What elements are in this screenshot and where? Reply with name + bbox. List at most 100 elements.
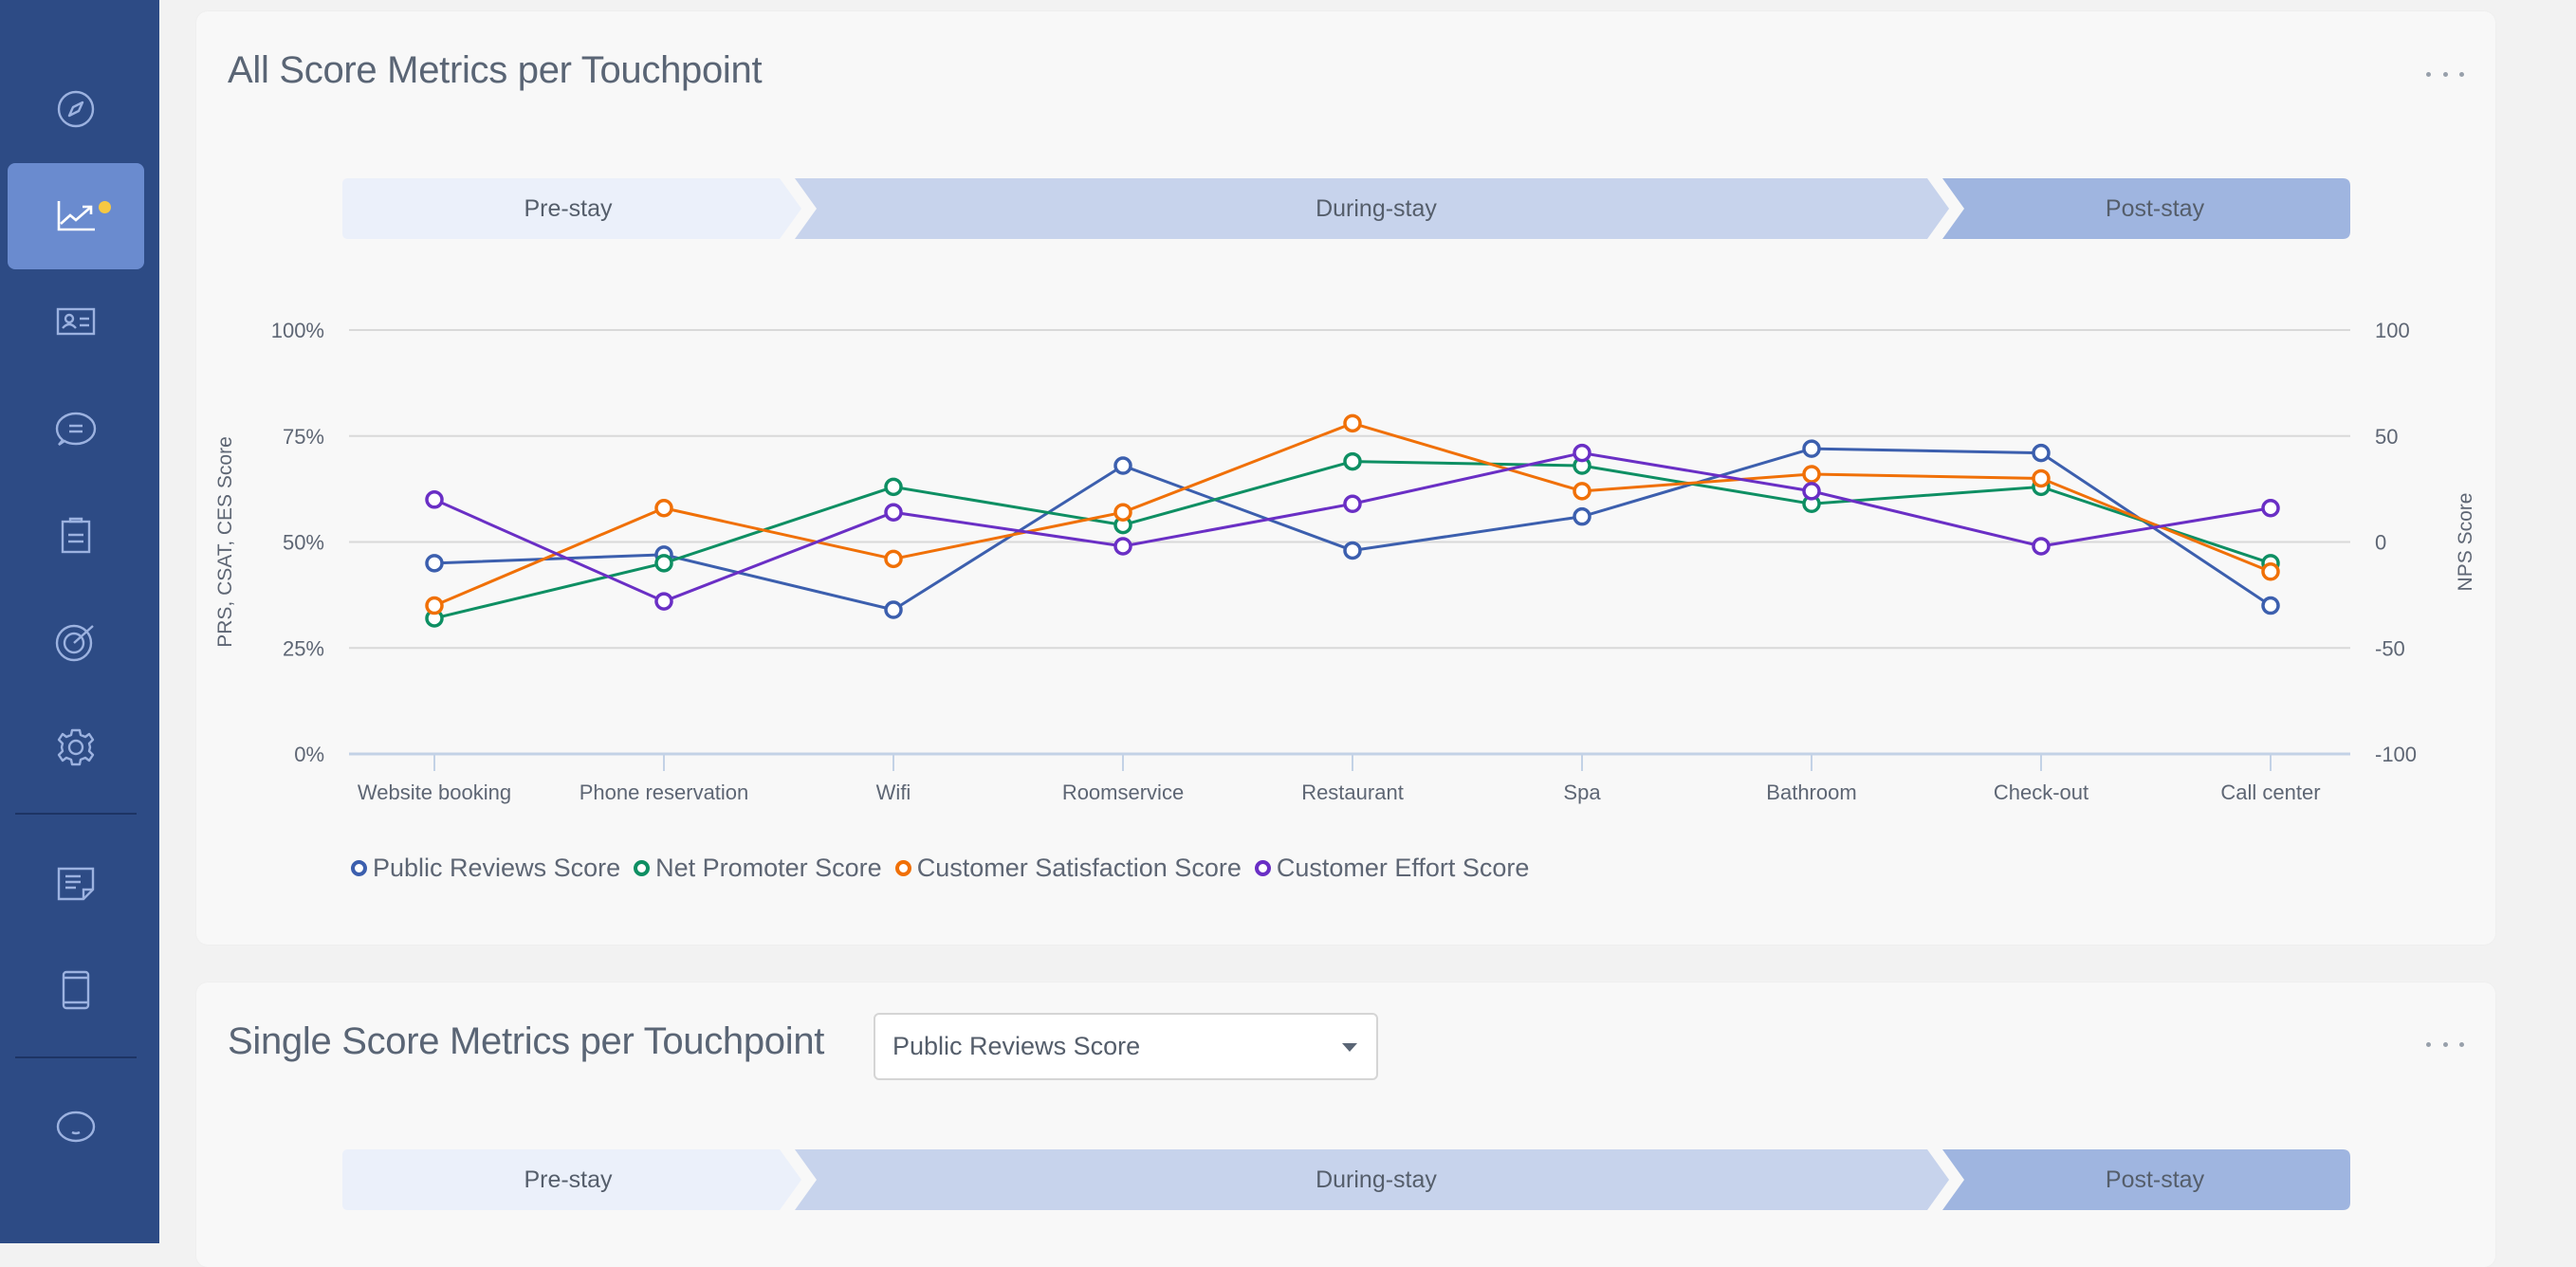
data-point-csat (425, 596, 444, 615)
data-point-nps (1343, 451, 1362, 471)
sidebar (0, 0, 159, 1243)
metric-select[interactable]: Public Reviews Score (874, 1013, 1378, 1080)
smiley-icon (56, 1111, 96, 1143)
data-point-nps (884, 477, 903, 497)
legend-item-csat[interactable]: Customer Satisfaction Score (894, 854, 1242, 883)
legend-marker-prs (351, 860, 367, 876)
nav-explore[interactable] (8, 56, 144, 162)
x-tick-label: Phone reservation (580, 780, 749, 804)
line-chart: 0% -100 25% -50 50% 0 75% 50 100% 100 PRS, CSAT, C… (214, 319, 2476, 804)
legend-label: Public Reviews Score (373, 854, 621, 882)
chart-legend: Public Reviews Score Net Promoter Score … (351, 854, 1529, 883)
y-tick-label: 25% (283, 636, 324, 660)
y-tick-label: 50% (283, 531, 324, 555)
data-point-prs (2261, 596, 2280, 615)
data-point-nps (654, 554, 673, 573)
legend-marker-nps (634, 860, 651, 876)
chat-bubble-icon (55, 412, 97, 446)
x-tick-label: Call center (2220, 780, 2320, 804)
data-point-prs (425, 554, 444, 573)
series-line-nps (433, 460, 2272, 620)
legend-label: Net Promoter Score (655, 854, 882, 882)
data-point-prs (1343, 541, 1362, 560)
compass-icon (57, 90, 95, 128)
y2-tick-label: -100 (2375, 743, 2417, 766)
sidebar-divider (15, 1056, 137, 1058)
journey-bar: Pre-stay During-stay Post-stay (342, 1149, 2350, 1210)
nav-devices[interactable] (8, 937, 144, 1043)
sidebar-divider (15, 813, 137, 815)
x-tick-label: Bathroom (1766, 780, 1856, 804)
data-point-prs (1573, 506, 1592, 526)
data-point-csat (1113, 503, 1132, 522)
all-metrics-card: All Score Metrics per Touchpoint Pre-sta… (196, 11, 2495, 945)
journey-label-pre-stay: Pre-stay (524, 1166, 613, 1193)
x-tick-label: Check-out (1994, 780, 2088, 804)
x-tick-label: Website booking (358, 780, 511, 804)
x-tick-label: Roomservice (1062, 780, 1184, 804)
y2-tick-label: 0 (2375, 531, 2386, 555)
data-point-csat (2261, 562, 2280, 581)
data-point-csat (1573, 482, 1592, 501)
nav-messages[interactable] (8, 376, 144, 482)
metric-select-value: Public Reviews Score (892, 1032, 1141, 1060)
data-point-csat (1802, 465, 1821, 484)
nav-surveys[interactable] (8, 482, 144, 588)
nav-notes[interactable] (8, 831, 144, 937)
y2-tick-label: 50 (2375, 425, 2398, 449)
gear-icon (57, 728, 95, 766)
series-line-csat (433, 421, 2272, 607)
data-point-csat (2032, 468, 2051, 488)
single-metric-card: Single Score Metrics per Touchpoint Publ… (196, 982, 2495, 1267)
data-point-ces (2261, 498, 2280, 518)
legend-marker-ces (1254, 860, 1271, 876)
journey-label-during-stay: During-stay (1316, 1166, 1437, 1193)
nav-contacts[interactable] (8, 269, 144, 376)
x-tick-label: Spa (1563, 780, 1601, 804)
tablet-icon (62, 970, 90, 1010)
card-title: Single Score Metrics per Touchpoint (228, 1020, 825, 1062)
x-tick-label: Wifi (876, 780, 911, 804)
data-point-ces (2032, 537, 2051, 556)
data-point-ces (654, 592, 673, 611)
y2-tick-label: 100 (2375, 319, 2410, 342)
data-point-prs (884, 600, 903, 619)
nav-settings[interactable] (8, 694, 144, 800)
y-tick-label: 0% (294, 743, 324, 766)
x-tick-label: Restaurant (1301, 780, 1404, 804)
data-point-prs (2032, 443, 2051, 463)
chevron-down-icon (1342, 1043, 1357, 1052)
data-point-csat (884, 549, 903, 569)
clipboard-icon (61, 517, 91, 554)
nav-analytics[interactable] (8, 163, 144, 269)
nav-profile[interactable] (8, 1074, 144, 1180)
notification-badge (99, 201, 111, 213)
data-point-csat (654, 498, 673, 518)
contact-card-icon (56, 307, 96, 336)
legend-label: Customer Effort Score (1276, 854, 1530, 882)
data-point-prs (1113, 456, 1132, 475)
data-point-ces (884, 503, 903, 522)
more-options-button[interactable] (2426, 1035, 2464, 1054)
target-icon (55, 624, 94, 662)
y-tick-label: 75% (283, 425, 324, 449)
data-point-prs (1802, 439, 1821, 458)
data-point-csat (1343, 413, 1362, 433)
y2-tick-label: -50 (2375, 636, 2405, 660)
series-line-prs (433, 447, 2272, 612)
nav-goals[interactable] (8, 588, 144, 694)
data-point-ces (1573, 443, 1592, 463)
series-line-ces (433, 451, 2272, 603)
journey-label-post-stay: Post-stay (2105, 1166, 2205, 1193)
legend-item-nps[interactable]: Net Promoter Score (634, 854, 882, 883)
note-icon (57, 867, 95, 901)
trending-chart-icon (57, 201, 95, 231)
data-point-ces (425, 490, 444, 509)
data-point-ces (1113, 537, 1132, 556)
legend-item-ces[interactable]: Customer Effort Score (1254, 854, 1530, 883)
data-point-ces (1802, 482, 1821, 501)
legend-label: Customer Satisfaction Score (916, 854, 1242, 882)
legend-item-prs[interactable]: Public Reviews Score (351, 854, 620, 883)
y-axis-title: PRS, CSAT, CES Score (214, 436, 236, 648)
data-point-ces (1343, 494, 1362, 514)
